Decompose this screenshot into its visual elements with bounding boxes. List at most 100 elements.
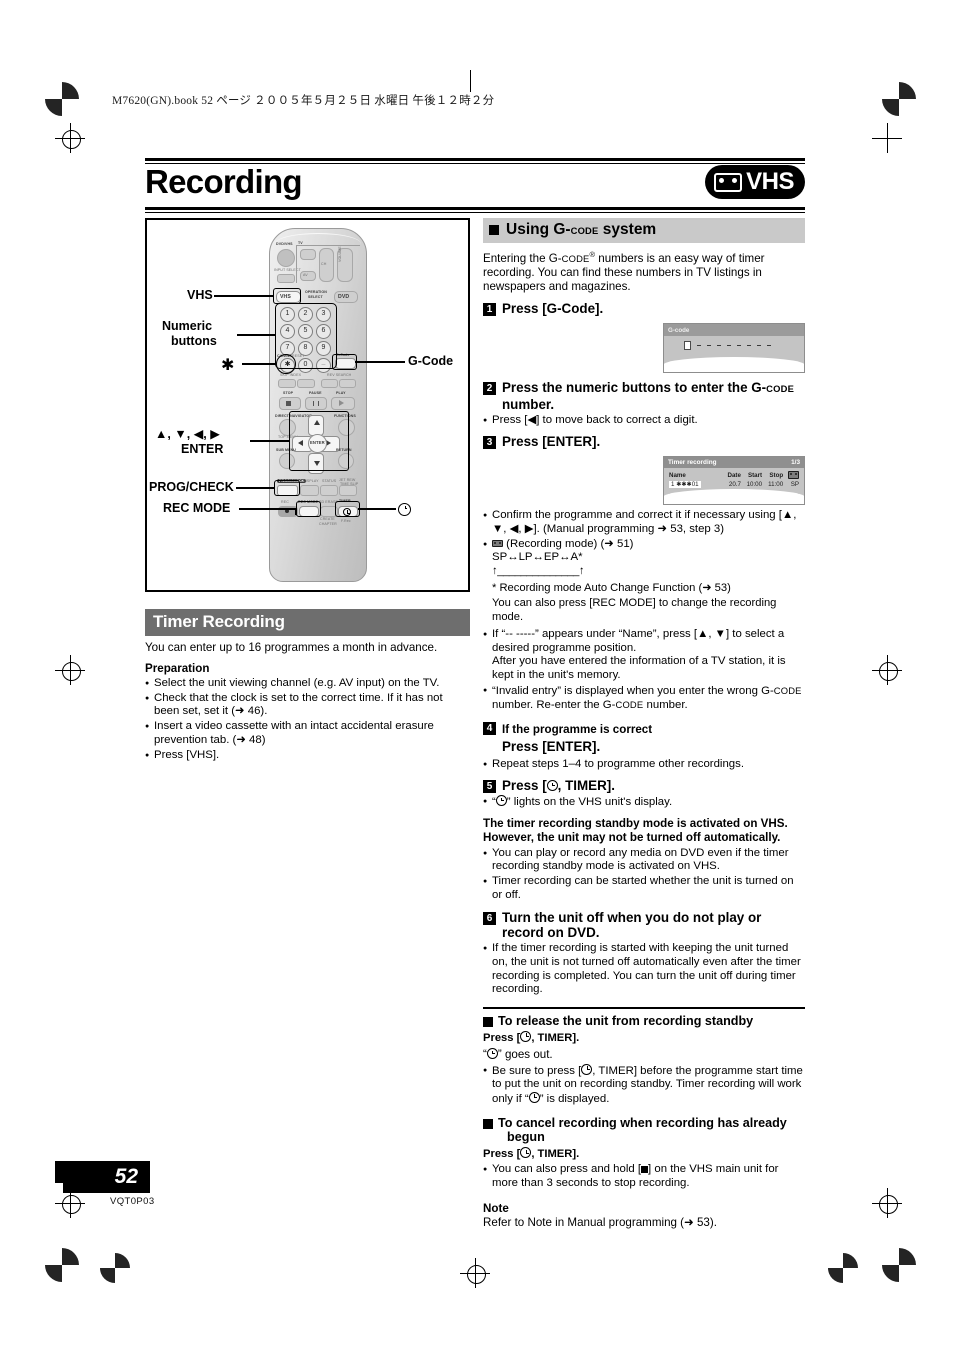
- remote-display-button[interactable]: [300, 485, 319, 496]
- osd-gcode-body: [664, 336, 804, 352]
- recmode-footnote-2: You can also press [REC MODE] to change …: [492, 596, 777, 623]
- remote-power-label: DVD/VHS: [276, 242, 293, 246]
- page-spine-mark: [55, 1161, 63, 1183]
- crosshair-mid-right: [872, 655, 902, 685]
- remote-skip-back-button[interactable]: [278, 379, 296, 388]
- right-column: Using G-CODE system Entering the G-CODE®…: [483, 218, 805, 1231]
- leader-gcode: [355, 361, 405, 363]
- registration-mark-bottom-center-2: [828, 1253, 858, 1283]
- list-item: You can play or record any media on DVD …: [483, 847, 805, 874]
- remote-rec-label: REC: [281, 500, 289, 504]
- osd-dash: [716, 344, 721, 347]
- list-item: Timer recording can be started whether t…: [483, 875, 805, 902]
- trim-mark-left: [70, 129, 71, 130]
- remote-ff-button[interactable]: [339, 379, 356, 388]
- step-text: Press the numeric buttons to enter the G…: [502, 380, 795, 412]
- step-6: 6 Turn the unit off when you do not play…: [483, 910, 805, 941]
- remote-rew-button[interactable]: [321, 379, 338, 388]
- step-2-notes: Press [◀] to move back to correct a digi…: [483, 414, 805, 428]
- remote-skip-forward-button[interactable]: [297, 379, 315, 388]
- cell-name: 1 ✱✱✱01: [669, 481, 701, 489]
- list-item: Check that the clock is set to the corre…: [145, 692, 470, 719]
- remote-ch-label: CH: [321, 262, 327, 266]
- remote-operation-select-label-2: SELECT: [308, 295, 323, 299]
- list-item: Select the unit viewing channel (e.g. AV…: [145, 677, 470, 691]
- list-item: If the timer recording is started with k…: [483, 942, 805, 996]
- timer-clock-icon: [581, 1063, 593, 1075]
- leader-rec-mode-vertical: [295, 508, 297, 515]
- cell-mode: SP: [790, 481, 799, 489]
- leader-asterisk: [242, 363, 276, 365]
- osd-screenshot-gcode: G-code: [663, 323, 805, 374]
- rec-mode-cassette-icon: [492, 539, 503, 548]
- remote-status-button[interactable]: [320, 485, 338, 496]
- step-5: 5 Press [, TIMER].: [483, 778, 805, 794]
- step-4-line-2: Press [ENTER].: [502, 739, 601, 755]
- highlight-timer-button: [335, 501, 360, 517]
- highlight-prog-check-button: [274, 480, 300, 496]
- figure-label-numeric-2: buttons: [171, 334, 217, 348]
- crosshair-bottom-right: [872, 1188, 902, 1218]
- step-number: 6: [483, 911, 496, 925]
- timer-clock-icon: [520, 1030, 532, 1042]
- timer-clock-icon: [528, 1091, 540, 1103]
- column-header-date: Date: [727, 471, 741, 479]
- osd-dash: [736, 344, 741, 347]
- left-column: DVD/VHS INPUT SELECT TV AV CH VOLUME VHS…: [145, 218, 470, 763]
- highlight-vhs-button: [273, 288, 301, 304]
- remote-display-label: DISPLAY: [303, 479, 319, 483]
- print-file-header: M7620(GN).book 52 ページ ２００５年５月２５日 水曜日 午後１…: [112, 95, 495, 107]
- page-number: 52: [63, 1161, 150, 1193]
- remote-input-select-button[interactable]: [277, 274, 295, 283]
- osd-timer-title-bar: Timer recording 1/3: [664, 456, 804, 468]
- step-4-notes: Repeat steps 1–4 to programme other reco…: [483, 758, 805, 772]
- remote-volume-label: VOLUME: [338, 246, 342, 262]
- osd-cursor: [684, 341, 691, 351]
- registration-mark-bottom-left: [45, 1248, 79, 1282]
- timer-clock-icon: [546, 780, 558, 792]
- trim-mark-top: [470, 70, 471, 92]
- vhs-badge-label: VHS: [746, 168, 794, 195]
- crosshair-mid-left: [55, 655, 85, 685]
- step-1: 1 Press [G-Code].: [483, 301, 805, 317]
- highlight-gcode-button: [332, 354, 357, 370]
- subsection-release-standby: To release the unit from recording stand…: [483, 1014, 805, 1028]
- figure-label-enter: ENTER: [181, 442, 224, 456]
- remote-time-slip-button[interactable]: [339, 485, 357, 496]
- figure-label-arrows: ▲, ▼, ◀, ▶: [155, 427, 220, 441]
- step-4-line-1: If the programme is correct: [502, 723, 653, 737]
- step-number: 1: [483, 303, 496, 317]
- remote-pause-label: PAUSE: [309, 391, 322, 395]
- standby-note-line-1: The timer recording standby mode is acti…: [483, 816, 788, 830]
- osd-dash: [726, 344, 731, 347]
- registration-mark-top-right: [882, 82, 916, 116]
- step-text: Press [ENTER].: [502, 434, 601, 450]
- osd-dash: [696, 344, 701, 347]
- part-number: VQT0P03: [110, 1196, 155, 1207]
- remote-f-rec-label: F.Rec: [341, 519, 351, 523]
- list-item: Be sure to press [, TIMER] before the pr…: [483, 1063, 805, 1107]
- highlight-rec-mode-button: [296, 501, 321, 517]
- remote-power-button[interactable]: [277, 249, 295, 267]
- figure-label-timer-icon: [398, 503, 411, 516]
- bullet-square-icon: [489, 225, 499, 235]
- page-title: Recording: [145, 163, 303, 200]
- subsection-heading: To release the unit from recording stand…: [498, 1013, 754, 1028]
- remote-play-label: PLAY: [336, 391, 346, 395]
- osd-gcode-title: G-code: [668, 326, 690, 334]
- standby-note-line-2: However, the unit may not be turned off …: [483, 831, 781, 845]
- step-text: Press [, TIMER].: [502, 778, 615, 794]
- step-text: Press [G-Code].: [502, 301, 604, 317]
- title-rule-top: [145, 158, 805, 161]
- list-item: “” lights on the VHS unit's display.: [483, 795, 805, 810]
- list-item: Confirm the programme and correct it if …: [483, 509, 805, 536]
- subsection-cancel-recording: To cancel recording when recording has a…: [483, 1116, 805, 1144]
- leader-prog-check: [236, 487, 274, 489]
- remote-operation-select-label-1: OPERATION: [305, 290, 327, 294]
- osd-dash: [706, 344, 711, 347]
- step-number: 4: [483, 722, 496, 736]
- recmode-footnote-1: * Recording mode Auto Change Function (➜…: [492, 582, 731, 595]
- remote-tv-power-button[interactable]: [300, 249, 316, 260]
- cell-stop: 11:00: [768, 481, 784, 489]
- remote-control-figure: DVD/VHS INPUT SELECT TV AV CH VOLUME VHS…: [145, 218, 470, 592]
